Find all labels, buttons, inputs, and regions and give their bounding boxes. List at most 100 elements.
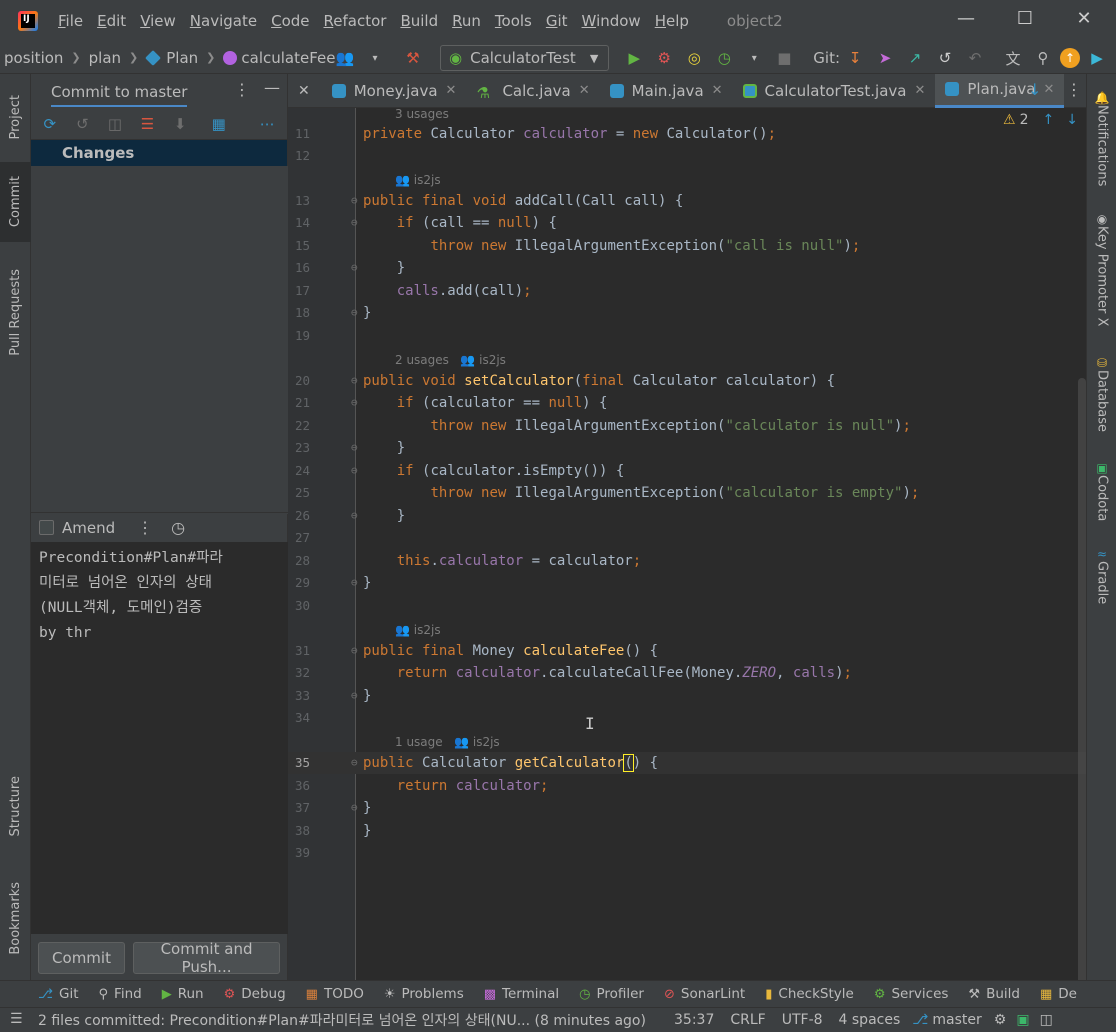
close-tab-icon[interactable]: ✕ (446, 83, 457, 98)
minimize-icon[interactable]: — (952, 8, 980, 29)
clock-icon[interactable]: ◷ (171, 518, 185, 537)
tool-tab-database[interactable]: ⛁ Database (1087, 352, 1116, 436)
tool-tab-project[interactable]: Project (0, 80, 31, 154)
tab-plan-java[interactable]: Plan.java ✕ (935, 73, 1065, 108)
maximize-icon[interactable]: ☐ (1011, 8, 1039, 29)
tool-debug[interactable]: ⚙ Debug (224, 986, 286, 1002)
close-tab-icon[interactable]: ✕ (914, 83, 925, 98)
rollback-icon[interactable]: ↶ (962, 45, 988, 71)
tool-sonarlint[interactable]: ⊘ SonarLint (664, 986, 745, 1002)
more-options-icon[interactable]: ⋮ (1066, 80, 1082, 99)
tool-find[interactable]: ⚲ Find (99, 986, 142, 1002)
close-tab-icon[interactable]: ✕ (579, 83, 590, 98)
caret-position[interactable]: 35:37 (674, 1012, 714, 1028)
menu-edit[interactable]: Edit (97, 12, 126, 30)
menu-tools[interactable]: Tools (495, 12, 532, 30)
menu-git[interactable]: Git (546, 12, 568, 30)
group-by-icon[interactable]: ▦ (206, 111, 232, 137)
tool-checkstyle[interactable]: ▮ CheckStyle (765, 986, 854, 1002)
git-push-icon[interactable]: ↗ (902, 45, 928, 71)
line-separator[interactable]: CRLF (730, 1012, 765, 1028)
breadcrumb-calculate-fee[interactable]: calculateFee (223, 49, 336, 67)
tool-problems[interactable]: ☀ Problems (384, 986, 464, 1002)
menu-navigate[interactable]: Navigate (190, 12, 257, 30)
git-branch[interactable]: ⎇ master (912, 1012, 982, 1028)
menu-view[interactable]: View (140, 12, 176, 30)
menu-refactor[interactable]: Refactor (324, 12, 387, 30)
previous-highlight-icon[interactable]: ↑ (1043, 112, 1055, 128)
git-commit-icon[interactable]: ➤ (872, 45, 898, 71)
close-tab-icon[interactable]: ✕ (1043, 82, 1054, 97)
stop-icon[interactable]: ■ (771, 45, 797, 71)
tool-tab-bookmarks[interactable]: Bookmarks (0, 870, 31, 966)
usages-hint[interactable]: 3 usages (395, 102, 449, 124)
tool-terminal[interactable]: ▩ Terminal (484, 986, 559, 1002)
tool-build[interactable]: ⚒ Build (968, 986, 1020, 1002)
debug-icon[interactable]: ⚙ (651, 45, 677, 71)
tool-services[interactable]: ⚙ Services (874, 986, 949, 1002)
code-area[interactable]: 3 usages 11 private Calculator calculator… (288, 107, 1086, 1008)
run-configuration-select[interactable]: ◉ CalculatorTest ▼ (440, 45, 610, 71)
refresh-icon[interactable]: ⟳ (37, 111, 63, 137)
tool-dependencies[interactable]: ▦ De (1040, 986, 1077, 1002)
codota-plugin-icon[interactable]: ▶ (1084, 45, 1110, 71)
tool-tab-notifications[interactable]: 🔔 Notifications (1087, 84, 1116, 194)
git-update-icon[interactable]: ↧ (842, 45, 868, 71)
shelve-icon[interactable]: ☰ (135, 111, 161, 137)
tool-tab-structure[interactable]: Structure (0, 764, 31, 848)
hammer-build-icon[interactable]: ⚒ (400, 45, 426, 71)
breadcrumb-plan-package[interactable]: plan (89, 49, 121, 67)
hide-panel-icon[interactable]: — (264, 78, 280, 97)
breadcrumb-plan-class[interactable]: Plan (145, 49, 198, 67)
rollback-icon[interactable]: ↺ (70, 111, 96, 137)
profile-icon[interactable]: ◷ (711, 45, 737, 71)
tool-tab-commit[interactable]: Commit (0, 162, 31, 242)
tab-main-java[interactable]: Main.java ✕ (600, 74, 733, 108)
close-tab-icon[interactable]: ✕ (712, 83, 723, 98)
tab-calc-java[interactable]: ⚗ Calc.java ✕ (466, 74, 599, 108)
menu-file[interactable]: File (58, 12, 83, 30)
changes-tree[interactable] (31, 166, 288, 514)
history-icon[interactable]: ↺ (932, 45, 958, 71)
more-options-icon[interactable]: ⋮ (137, 518, 153, 537)
download-icon[interactable]: ⬇ (167, 111, 193, 137)
usages-hint[interactable]: 1 usage 👥 is2js (395, 730, 500, 752)
users-icon[interactable]: 👥 (332, 45, 358, 71)
tool-tab-codota[interactable]: ▣ Codota (1087, 456, 1116, 526)
close-icon[interactable]: ✕ (288, 83, 322, 99)
tool-tab-gradle[interactable]: ≈ Gradle (1087, 544, 1116, 608)
menu-help[interactable]: Help (655, 12, 689, 30)
author-hint[interactable]: 👥 is2js (395, 168, 441, 190)
menu-build[interactable]: Build (400, 12, 438, 30)
changes-node[interactable]: Changes (31, 140, 287, 166)
menu-code[interactable]: Code (271, 12, 309, 30)
codota-status-icon[interactable]: ▣ (1016, 1012, 1029, 1028)
translate-icon[interactable]: 文 (1000, 45, 1026, 71)
author-hint[interactable]: 👥 is2js (395, 618, 441, 640)
lock-settings-icon[interactable]: ⚙ (994, 1012, 1007, 1028)
more-actions-icon[interactable]: ⋯ (254, 111, 280, 137)
layers-icon[interactable]: ☰ (10, 1011, 23, 1027)
commit-button[interactable]: Commit (38, 942, 126, 974)
dropdown-icon[interactable]: ▾ (741, 45, 767, 71)
amend-checkbox[interactable] (39, 520, 54, 535)
tool-profiler[interactable]: ◷ Profiler (579, 986, 644, 1002)
tool-run[interactable]: ▶ Run (162, 986, 204, 1002)
coverage-icon[interactable]: ◎ (681, 45, 707, 71)
more-options-icon[interactable]: ⋮ (234, 80, 250, 99)
commit-message-input[interactable]: Precondition#Plan#파라 미터로 넘어온 인자의 상태 (NUL… (31, 542, 288, 934)
menu-window[interactable]: Window (582, 12, 641, 30)
breadcrumb-position[interactable]: position (4, 49, 63, 67)
usages-hint[interactable]: 2 usages 👥 is2js (395, 348, 506, 370)
tool-tab-pull-requests[interactable]: Pull Requests (0, 256, 31, 368)
tool-git[interactable]: ⎇ Git (38, 986, 79, 1002)
tab-calculatortest-java[interactable]: CalculatorTest.java ✕ (733, 74, 936, 108)
close-window-icon[interactable]: ✕ (1070, 8, 1098, 29)
status-message[interactable]: 2 files committed: Precondition#Plan#파라미… (38, 1010, 658, 1030)
tool-tab-key-promoter[interactable]: ◉ Key Promoter X (1087, 208, 1116, 330)
update-icon[interactable]: ↑ (1060, 48, 1081, 68)
indent-setting[interactable]: 4 spaces (839, 1012, 901, 1028)
memory-indicator-icon[interactable]: ◫ (1040, 1012, 1053, 1028)
inspection-widget[interactable]: ⚠ 2 ↑ ↓ (1003, 112, 1078, 128)
next-highlight-icon[interactable]: ↓ (1066, 112, 1078, 128)
